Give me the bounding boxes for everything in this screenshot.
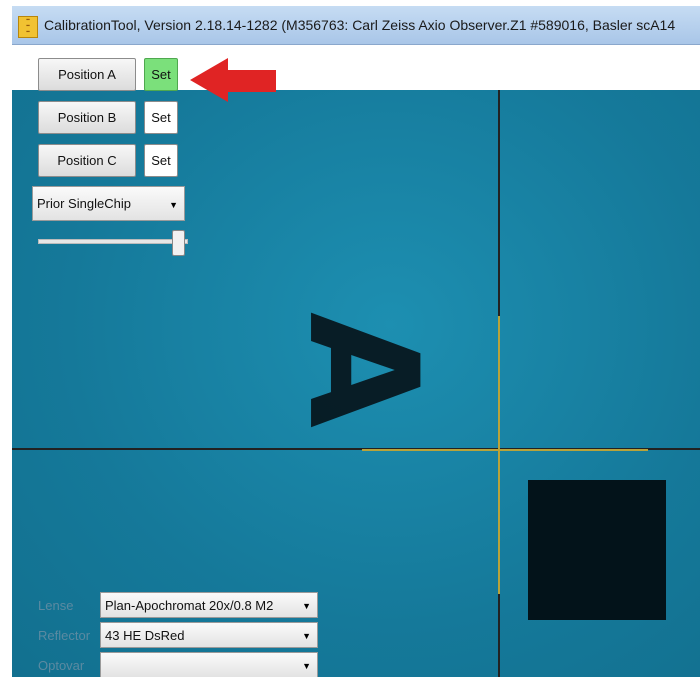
calibration-tool-window: ▪▪ ▪▪ ▪▪ CalibrationTool, Version 2.18.14-… [12, 6, 700, 677]
crosshair-vertical [498, 316, 500, 594]
lense-select[interactable]: Plan-Apochromat 20x/0.8 M2 ▼ [100, 592, 318, 618]
specimen-square [528, 480, 666, 620]
chevron-down-icon: ▼ [169, 199, 178, 210]
position-b-button[interactable]: Position B [38, 101, 136, 134]
position-a-button[interactable]: Position A [38, 58, 136, 91]
position-c-button[interactable]: Position C [38, 144, 136, 177]
optovar-select[interactable]: ▼ [100, 652, 318, 677]
set-position-c-button[interactable]: Set [144, 144, 178, 177]
set-position-b-button[interactable]: Set [144, 101, 178, 134]
stage-select[interactable]: Prior SingleChip ▼ [32, 186, 185, 221]
reflector-label: Reflector [38, 628, 91, 643]
lense-label: Lense [38, 598, 74, 613]
reflector-select[interactable]: 43 HE DsRed ▼ [100, 622, 318, 648]
window-title: CalibrationTool, Version 2.18.14-1282 (M… [44, 17, 676, 33]
speed-slider-thumb[interactable] [172, 230, 185, 256]
optovar-label: Optovar [38, 658, 85, 673]
reflector-select-value: 43 HE DsRed [105, 627, 185, 643]
stage-select-value: Prior SingleChip [37, 196, 131, 211]
chevron-down-icon: ▼ [302, 601, 311, 611]
chevron-down-icon: ▼ [302, 661, 311, 671]
crosshair-horizontal [362, 449, 648, 451]
lense-select-value: Plan-Apochromat 20x/0.8 M2 [105, 597, 274, 613]
chevron-down-icon: ▼ [302, 631, 311, 641]
red-arrow-icon [190, 58, 276, 102]
set-position-a-button[interactable]: Set [144, 58, 178, 91]
app-icon: ▪▪ ▪▪ ▪▪ [18, 16, 38, 38]
speed-slider-track[interactable] [38, 239, 188, 244]
title-bar: ▪▪ ▪▪ ▪▪ CalibrationTool, Version 2.18.14-… [12, 6, 700, 45]
specimen-letter: A [275, 311, 450, 429]
